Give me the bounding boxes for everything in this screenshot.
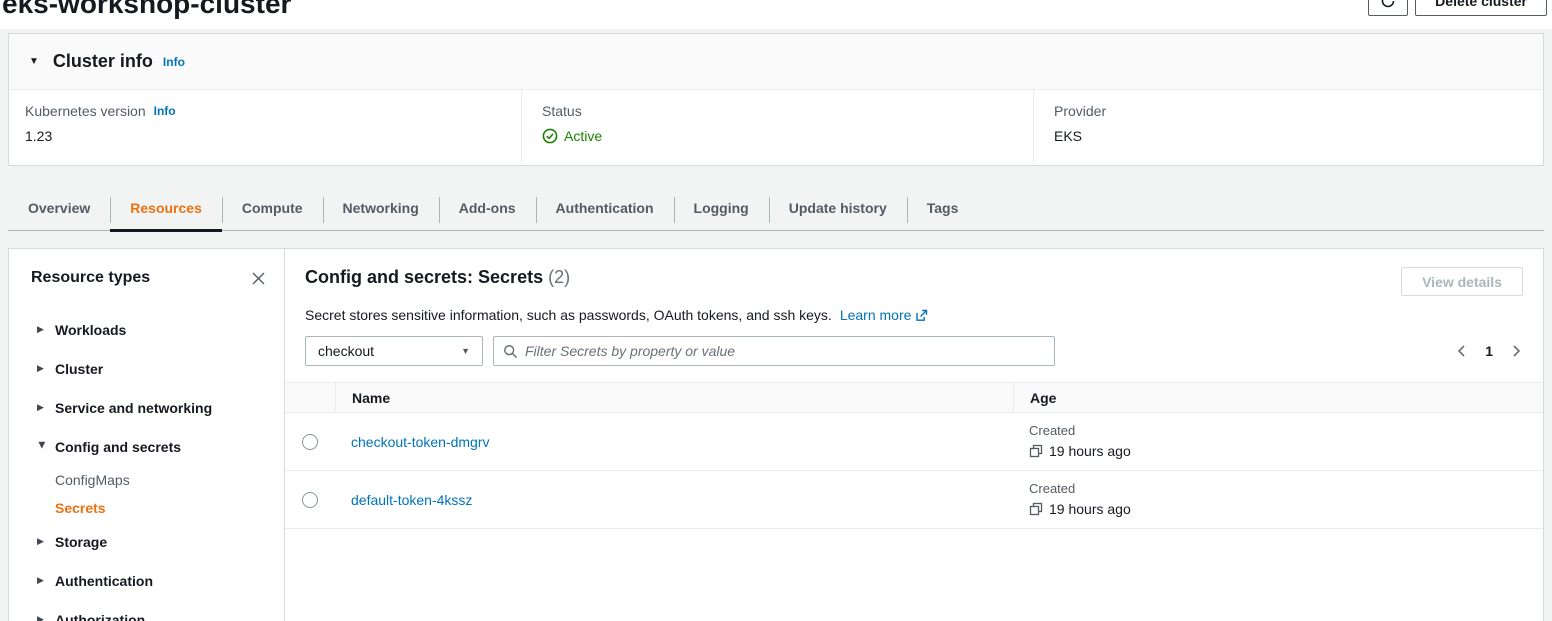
column-header-age: Age [1030, 390, 1056, 406]
expand-triangle-icon: ▶ [37, 402, 49, 413]
expand-triangle-icon: ▶ [36, 442, 47, 454]
status-field: Status Active [521, 90, 1033, 166]
refresh-icon [1380, 0, 1396, 9]
copy-icon[interactable] [1029, 444, 1043, 458]
search-icon [503, 344, 518, 359]
expand-triangle-icon: ▶ [37, 575, 49, 586]
created-label: Created [1029, 423, 1543, 438]
tab-networking[interactable]: Networking [323, 190, 439, 230]
kubernetes-version-label: Kubernetes version [25, 103, 146, 119]
sidebar-title: Resource types [31, 269, 150, 287]
tab-authentication[interactable]: Authentication [536, 190, 674, 230]
row-radio-button[interactable] [302, 492, 318, 508]
column-header-name: Name [352, 390, 390, 406]
expand-triangle-icon: ▶ [37, 536, 49, 547]
resource-types-tree: ▶ Workloads ▶ Cluster ▶ Service and netw… [9, 310, 284, 621]
kubernetes-version-value: 1.23 [25, 128, 521, 144]
status-label: Status [542, 103, 582, 119]
table-row: checkout-token-dmgrv Created 19 hours ag… [285, 413, 1543, 471]
sidebar-item-workloads[interactable]: ▶ Workloads [9, 310, 284, 349]
cluster-info-body: Kubernetes version Info 1.23 Status Acti… [9, 90, 1543, 166]
tab-tags[interactable]: Tags [907, 190, 979, 230]
expand-triangle-icon: ▶ [37, 614, 49, 621]
search-input[interactable] [525, 343, 1045, 359]
sidebar-item-authentication[interactable]: ▶ Authentication [9, 561, 284, 600]
secrets-description: Secret stores sensitive information, suc… [305, 307, 1523, 323]
sidebar-item-configmaps[interactable]: ConfigMaps [9, 466, 284, 494]
external-link-icon [915, 309, 928, 322]
current-page-number[interactable]: 1 [1485, 343, 1493, 359]
cluster-info-header[interactable]: ▼ Cluster info Info [9, 34, 1543, 90]
refresh-button[interactable] [1368, 0, 1408, 16]
age-value: 19 hours ago [1049, 443, 1131, 459]
cluster-info-card: ▼ Cluster info Info Kubernetes version I… [8, 33, 1544, 166]
status-check-icon [542, 128, 558, 144]
previous-page-icon[interactable] [1455, 344, 1469, 358]
pagination: 1 [1455, 343, 1523, 359]
status-value: Active [564, 128, 602, 144]
row-radio-button[interactable] [302, 434, 318, 450]
cluster-tabs: Overview Resources Compute Networking Ad… [8, 190, 1544, 231]
sidebar-item-config-and-secrets[interactable]: ▶ Config and secrets [9, 427, 284, 466]
sidebar-item-secrets[interactable]: Secrets [9, 494, 284, 522]
sidebar-item-authorization[interactable]: ▶ Authorization [9, 600, 284, 621]
learn-more-link[interactable]: Learn more [840, 307, 929, 323]
namespace-filter-dropdown[interactable]: checkout ▼ [305, 336, 483, 366]
table-row: default-token-4kssz Created 19 hours ago [285, 471, 1543, 529]
expand-triangle-icon: ▶ [37, 363, 49, 374]
kubernetes-version-field: Kubernetes version Info 1.23 [9, 90, 521, 166]
sidebar-item-storage[interactable]: ▶ Storage [9, 522, 284, 561]
filter-toolbar: checkout ▼ 1 [305, 336, 1523, 366]
provider-field: Provider EKS [1033, 90, 1543, 166]
tab-add-ons[interactable]: Add-ons [439, 190, 536, 230]
provider-label: Provider [1054, 103, 1106, 119]
tab-logging[interactable]: Logging [674, 190, 769, 230]
copy-icon[interactable] [1029, 502, 1043, 516]
kubernetes-version-info-link[interactable]: Info [154, 104, 176, 118]
secret-name-link[interactable]: checkout-token-dmgrv [351, 434, 490, 450]
secrets-search-box [493, 336, 1055, 366]
delete-cluster-button[interactable]: Delete cluster [1415, 0, 1547, 16]
status-badge: Active [542, 128, 1033, 144]
secret-name-link[interactable]: default-token-4kssz [351, 492, 472, 508]
expand-triangle-icon: ▶ [37, 324, 49, 335]
cluster-info-title: Cluster info [53, 51, 153, 72]
sidebar-item-cluster[interactable]: ▶ Cluster [9, 349, 284, 388]
view-details-button[interactable]: View details [1401, 267, 1523, 296]
tab-compute[interactable]: Compute [222, 190, 323, 230]
created-label: Created [1029, 481, 1543, 496]
page-header: eks-workshop-cluster Delete cluster [0, 0, 1552, 29]
age-value: 19 hours ago [1049, 501, 1131, 517]
next-page-icon[interactable] [1509, 344, 1523, 358]
resource-types-sidebar: Resource types ▶ Workloads ▶ Cluster ▶ S… [9, 249, 285, 621]
page-title: eks-workshop-cluster [2, 0, 291, 20]
secrets-main-panel: Config and secrets: Secrets (2) View det… [285, 249, 1543, 621]
chevron-down-icon: ▼ [461, 346, 470, 356]
age-cell: Created 19 hours ago [1013, 413, 1543, 470]
provider-value: EKS [1054, 128, 1543, 144]
secrets-table: Name Age checkout-token-dmgrv Created 19… [285, 382, 1543, 529]
resources-panel: Resource types ▶ Workloads ▶ Cluster ▶ S… [8, 248, 1544, 621]
cluster-info-info-link[interactable]: Info [163, 55, 185, 69]
section-collapse-icon[interactable]: ▼ [29, 56, 39, 67]
tab-update-history[interactable]: Update history [769, 190, 907, 230]
sidebar-item-service-and-networking[interactable]: ▶ Service and networking [9, 388, 284, 427]
close-icon[interactable] [248, 268, 268, 288]
secrets-count: (2) [548, 267, 570, 287]
table-header-row: Name Age [285, 382, 1543, 413]
page-actions: Delete cluster [1368, 0, 1547, 16]
secrets-panel-title: Config and secrets: Secrets (2) [305, 267, 570, 288]
age-cell: Created 19 hours ago [1013, 471, 1543, 528]
namespace-filter-value: checkout [318, 343, 374, 359]
tab-resources[interactable]: Resources [110, 190, 222, 230]
tab-overview[interactable]: Overview [8, 190, 110, 230]
